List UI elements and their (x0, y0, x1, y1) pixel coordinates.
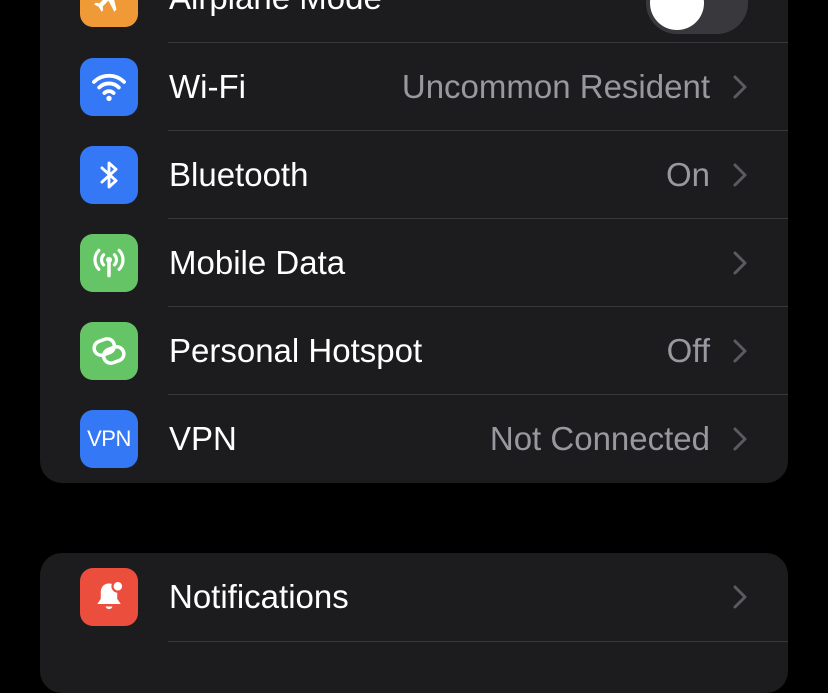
personal-hotspot-status-value: Off (666, 332, 710, 369)
wifi-label: Wi-Fi (169, 68, 246, 105)
vpn-icon: VPN (80, 410, 138, 468)
general-settings-group: Notifications (40, 553, 788, 693)
antenna-icon (80, 234, 138, 292)
notifications-label: Notifications (169, 578, 349, 615)
airplane-icon (80, 0, 138, 27)
chevron-right-icon (733, 75, 747, 99)
chevron-right-icon (733, 163, 747, 187)
wifi-network-value: Uncommon Resident (401, 68, 710, 105)
vpn-status-value: Not Connected (489, 420, 710, 457)
vpn-icon-text: VPN (87, 426, 131, 451)
airplane-mode-toggle[interactable] (646, 0, 748, 34)
personal-hotspot-row[interactable]: Personal Hotspot Off (40, 307, 788, 395)
chevron-right-icon (733, 427, 747, 451)
wifi-icon (80, 58, 138, 116)
connectivity-settings-group: Airplane Mode Wi-Fi Uncommon Resident (40, 0, 788, 483)
bluetooth-row[interactable]: Bluetooth On (40, 131, 788, 219)
hotspot-link-icon (80, 322, 138, 380)
bluetooth-status-value: On (665, 156, 710, 193)
toggle-knob (650, 0, 704, 30)
mobile-data-label: Mobile Data (169, 244, 346, 281)
chevron-right-icon (733, 251, 747, 275)
separator (168, 641, 788, 642)
airplane-mode-label: Airplane Mode (169, 0, 382, 42)
chevron-right-icon (733, 585, 747, 609)
vpn-label: VPN (169, 420, 237, 457)
wifi-row[interactable]: Wi-Fi Uncommon Resident (40, 43, 788, 131)
bluetooth-label: Bluetooth (169, 156, 309, 193)
vpn-row[interactable]: VPN VPN Not Connected (40, 395, 788, 483)
personal-hotspot-label: Personal Hotspot (169, 332, 423, 369)
airplane-mode-row[interactable]: Airplane Mode (40, 0, 788, 42)
notifications-row[interactable]: Notifications (40, 553, 788, 641)
bell-icon (80, 568, 138, 626)
bluetooth-icon (80, 146, 138, 204)
chevron-right-icon (733, 339, 747, 363)
mobile-data-row[interactable]: Mobile Data (40, 219, 788, 307)
